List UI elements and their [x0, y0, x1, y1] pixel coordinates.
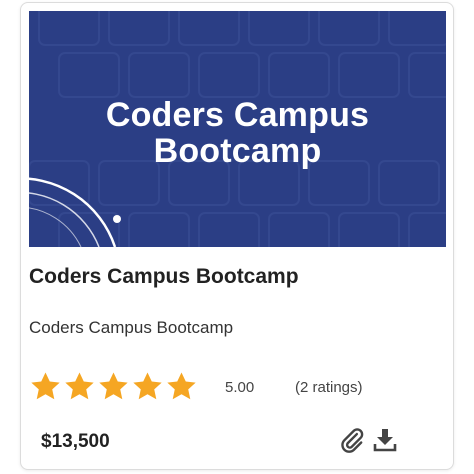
- decorative-arc: [29, 177, 121, 247]
- course-price: $13,500: [41, 431, 110, 452]
- course-subtitle: Coders Campus Bootcamp: [29, 318, 234, 337]
- course-title[interactable]: Coders Campus Bootcamp: [29, 265, 299, 289]
- rating-stars: [29, 368, 198, 404]
- download-icon[interactable]: [373, 427, 397, 453]
- star-icon: [99, 371, 128, 399]
- course-thumbnail[interactable]: Coders Campus Bootcamp: [29, 11, 446, 247]
- course-card[interactable]: Coders Campus Bootcamp Coders Campus Boo…: [20, 2, 454, 470]
- paperclip-icon[interactable]: [339, 427, 365, 453]
- star-icon: [167, 371, 196, 399]
- star-icon: [31, 371, 60, 399]
- star-icon: [133, 371, 162, 399]
- rating-count: (2 ratings): [295, 379, 363, 396]
- rating-value: 5.00: [225, 379, 255, 396]
- star-icon: [65, 371, 94, 399]
